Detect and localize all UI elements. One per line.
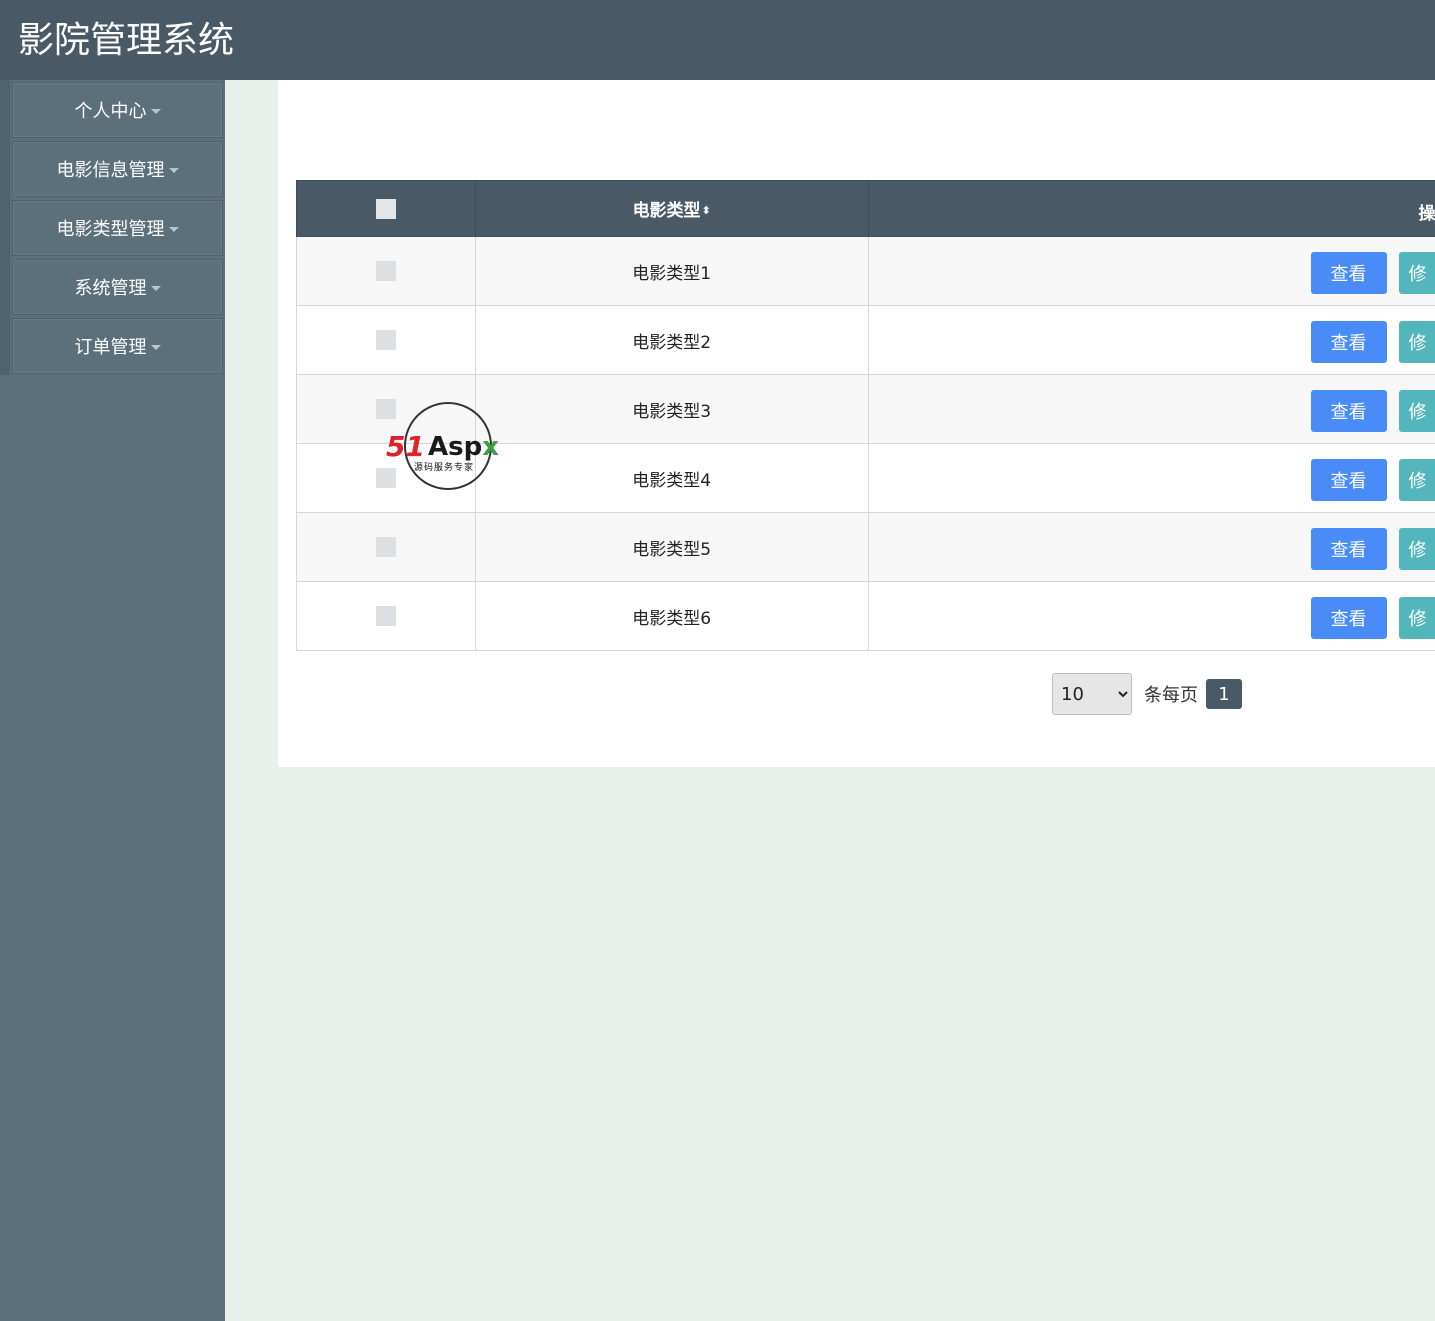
edit-button[interactable]: 修	[1398, 321, 1435, 363]
column-header-operation: 操	[867, 180, 1435, 237]
view-button[interactable]: 查看	[1310, 459, 1387, 501]
per-page-label: 条每页	[1144, 685, 1198, 706]
edit-button[interactable]: 修	[1398, 459, 1435, 501]
view-button[interactable]: 查看	[1310, 252, 1387, 294]
sidebar: 个人中心 电影信息管理 电影类型管理 系统管理 订单管理	[0, 80, 225, 1321]
pagination: 10 条每页 1	[1052, 673, 1242, 715]
watermark-logo: 51 Aspx 源码服务专家	[386, 402, 512, 494]
row-checkbox-cell	[296, 581, 476, 651]
sidebar-item-movie-info[interactable]: 电影信息管理	[12, 141, 223, 197]
table-row: 电影类型5 查看 修	[296, 512, 1435, 582]
view-button[interactable]: 查看	[1310, 390, 1387, 432]
row-checkbox-cell	[296, 305, 476, 375]
view-button[interactable]: 查看	[1310, 528, 1387, 570]
sidebar-item-personal-center[interactable]: 个人中心	[12, 82, 223, 138]
app-header: 影院管理系统	[0, 0, 1435, 80]
type-cell: 电影类型6	[474, 581, 869, 651]
type-cell: 电影类型4	[474, 443, 869, 513]
ops-cell: 查看 修	[867, 305, 1435, 375]
chevron-down-icon	[168, 226, 179, 232]
sidebar-item-label: 电影信息管理	[56, 160, 165, 181]
chevron-down-icon	[150, 285, 161, 291]
watermark-brand-aspx: Aspx	[428, 432, 499, 462]
row-checkbox-cell	[296, 512, 476, 582]
select-all-checkbox[interactable]	[375, 198, 396, 219]
table-row: 电影类型1 查看 修	[296, 236, 1435, 306]
watermark-brand-asp: Asp	[428, 432, 483, 462]
type-cell: 电影类型1	[474, 236, 869, 306]
column-header-label: 电影类型	[632, 201, 701, 221]
watermark-brand-51: 51	[386, 430, 425, 463]
edit-button[interactable]: 修	[1398, 528, 1435, 570]
edit-button[interactable]: 修	[1398, 597, 1435, 639]
sidebar-item-label: 订单管理	[74, 337, 147, 358]
sidebar-item-movie-type[interactable]: 电影类型管理	[12, 200, 223, 256]
row-checkbox-cell	[296, 236, 476, 306]
type-cell: 电影类型2	[474, 305, 869, 375]
watermark-brand-x: x	[482, 432, 499, 462]
app-title: 影院管理系统	[18, 20, 235, 61]
sidebar-item-label: 系统管理	[74, 278, 147, 299]
view-button[interactable]: 查看	[1310, 321, 1387, 363]
sidebar-strip	[0, 80, 10, 375]
page-number-button[interactable]: 1	[1206, 679, 1242, 709]
sidebar-item-label: 个人中心	[74, 101, 147, 122]
column-header-type[interactable]: 电影类型⬍	[474, 180, 869, 237]
view-button[interactable]: 查看	[1310, 597, 1387, 639]
table-row: 电影类型2 查看 修	[296, 305, 1435, 375]
ops-cell: 查看 修	[867, 236, 1435, 306]
chevron-down-icon	[168, 167, 179, 173]
type-cell: 电影类型5	[474, 512, 869, 582]
sidebar-item-orders[interactable]: 订单管理	[12, 318, 223, 374]
column-header-label: 操	[1418, 204, 1435, 224]
row-checkbox[interactable]	[375, 606, 396, 626]
row-checkbox[interactable]	[375, 537, 396, 557]
table-row: 电影类型6 查看 修	[296, 581, 1435, 651]
chevron-down-icon	[150, 108, 161, 114]
ops-cell: 查看 修	[867, 512, 1435, 582]
type-cell: 电影类型3	[474, 374, 869, 444]
sidebar-item-label: 电影类型管理	[56, 219, 165, 240]
watermark-subtitle: 源码服务专家	[414, 463, 475, 473]
sidebar-item-system[interactable]: 系统管理	[12, 259, 223, 315]
edit-button[interactable]: 修	[1398, 390, 1435, 432]
row-checkbox[interactable]	[375, 261, 396, 281]
sort-icon[interactable]: ⬍	[702, 205, 711, 216]
ops-cell: 查看 修	[867, 374, 1435, 444]
table-header-row: 电影类型⬍ 操	[296, 180, 1435, 237]
page-size-select[interactable]: 10	[1052, 673, 1132, 715]
select-all-cell	[296, 180, 476, 237]
edit-button[interactable]: 修	[1398, 252, 1435, 294]
ops-cell: 查看 修	[867, 443, 1435, 513]
row-checkbox[interactable]	[375, 330, 396, 350]
ops-cell: 查看 修	[867, 581, 1435, 651]
chevron-down-icon	[150, 344, 161, 350]
